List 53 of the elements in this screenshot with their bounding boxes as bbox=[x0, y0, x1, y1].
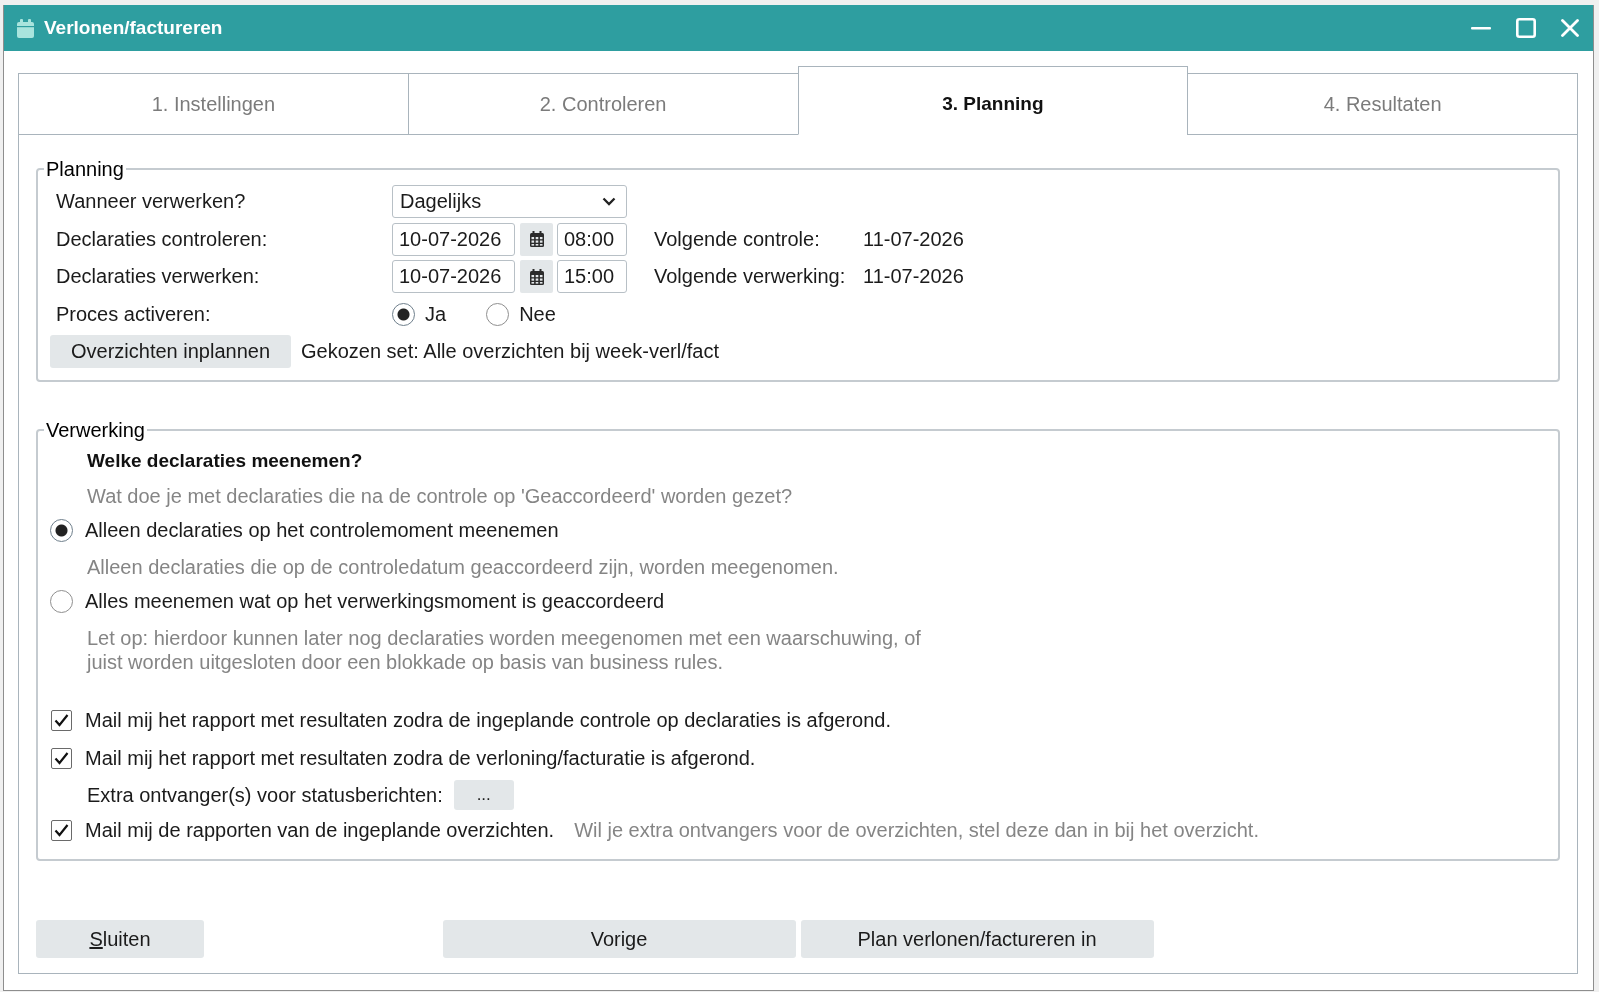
tab[interactable]: 3. Planning bbox=[797, 66, 1189, 135]
close-button[interactable]: Sluiten bbox=[36, 920, 204, 958]
date-picker-button[interactable] bbox=[520, 222, 553, 256]
chevron-down-icon bbox=[602, 197, 616, 206]
checkbox[interactable] bbox=[51, 747, 72, 769]
date-field[interactable]: 10-07-2026 bbox=[392, 222, 515, 256]
field-label: Proces activeren: bbox=[56, 302, 212, 326]
plan-overviews-button[interactable]: Overzichten inplannen bbox=[50, 335, 291, 368]
checkbox[interactable] bbox=[51, 819, 72, 841]
checkbox-label: Mail mij de rapporten van de ingeplande overzichten. bbox=[85, 818, 555, 842]
radio-button[interactable] bbox=[392, 302, 415, 326]
group-title: Verwerking bbox=[45, 419, 146, 441]
hint-text: Wat doe je met declaraties die na de controle op 'Geaccordeerd' worden gezet? bbox=[87, 484, 794, 508]
more-button[interactable]: ... bbox=[453, 780, 514, 810]
next-run-label: Volgende controle: bbox=[654, 227, 821, 251]
next-run-date: 11-07-2026 bbox=[863, 265, 964, 288]
radio-label: Alleen declaraties op het controlemoment meenemen bbox=[85, 518, 559, 542]
question-title: Welke declaraties meenemen? bbox=[87, 449, 364, 473]
field-label: Declaraties verwerken: bbox=[56, 265, 261, 288]
selection-info-text: Gekozen set: Alle overzichten bij week-verl/fact bbox=[301, 340, 719, 363]
calendar-icon bbox=[17, 18, 34, 38]
time-field[interactable]: 15:00 bbox=[557, 260, 627, 293]
calendar-icon bbox=[529, 268, 544, 285]
close-icon[interactable] bbox=[1561, 19, 1579, 37]
field-label: Declaraties controleren: bbox=[56, 227, 269, 251]
group-title: Planning bbox=[45, 158, 125, 180]
time-field[interactable]: 08:00 bbox=[557, 222, 627, 256]
tab[interactable]: 4. Resultaten bbox=[1187, 73, 1578, 135]
maximize-icon[interactable] bbox=[1516, 18, 1536, 38]
recipients-label: Extra ontvanger(s) voor statusberichten: bbox=[87, 783, 443, 807]
checkbox-label: Mail mij het rapport met resultaten zodra de verloning/facturatie is afgerond. bbox=[85, 746, 756, 770]
dropdown[interactable]: Dagelijks bbox=[392, 185, 627, 218]
radio-button[interactable] bbox=[50, 518, 73, 542]
radio-label: Ja bbox=[425, 302, 447, 326]
tab[interactable]: 1. Instellingen bbox=[18, 73, 409, 135]
schedule-button[interactable]: Plan verlonen/factureren in bbox=[800, 920, 1154, 958]
radio-button[interactable] bbox=[486, 302, 510, 326]
radio-button[interactable] bbox=[50, 589, 73, 613]
window-title: Verlonen/factureren bbox=[44, 17, 223, 39]
field-label: Wanneer verwerken? bbox=[56, 190, 247, 213]
option-description: Alleen declaraties die op de controledatum geaccordeerd zijn, worden meegenomen. bbox=[87, 555, 840, 579]
option-description: Let op: hierdoor kunnen later nog declaraties worden meegenomen met een waarschuwing, of juist worden uitgesloten door een blokkade op basis van business rules. bbox=[87, 626, 922, 674]
radio-label: Alles meenemen wat op het verwerkingsmoment is geaccordeerd bbox=[85, 589, 665, 613]
next-run-date: 11-07-2026 bbox=[863, 227, 964, 251]
hint-text: Wil je extra ontvangers voor de overzichten, stel deze dan in bij het overzicht. bbox=[574, 818, 1259, 842]
date-picker-button[interactable] bbox=[520, 260, 553, 293]
checkbox-label: Mail mij het rapport met resultaten zodra de ingeplande controle op declaraties is afgerond. bbox=[85, 708, 891, 732]
date-field[interactable]: 10-07-2026 bbox=[392, 260, 515, 293]
calendar-icon bbox=[529, 231, 544, 247]
checkbox[interactable] bbox=[51, 709, 72, 731]
next-run-label: Volgende verwerking: bbox=[654, 265, 847, 288]
radio-label: Nee bbox=[519, 302, 556, 326]
previous-button[interactable]: Vorige bbox=[442, 920, 796, 958]
